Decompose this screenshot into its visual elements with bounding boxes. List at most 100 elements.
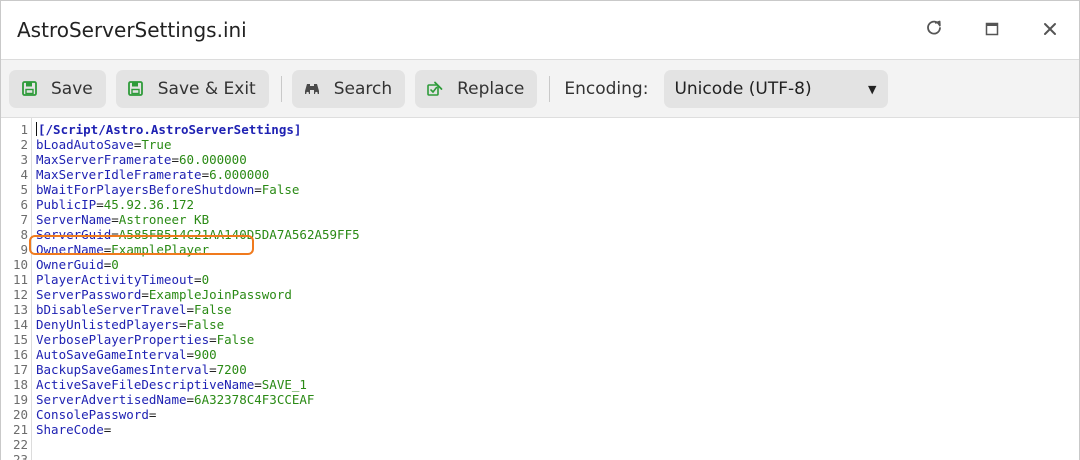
equals-sign: =: [209, 332, 217, 347]
maximize-button[interactable]: [963, 1, 1021, 59]
code-line[interactable]: ServerGuid=A585FB514C21AA140D5DA7A562A59…: [36, 227, 1079, 242]
code-line[interactable]: bLoadAutoSave=True: [36, 137, 1079, 152]
save-exit-button[interactable]: Save & Exit: [115, 69, 269, 108]
maximize-icon: [985, 21, 999, 40]
code-line[interactable]: AutoSaveGameInterval=900: [36, 347, 1079, 362]
setting-value: ExamplePlayer: [111, 242, 210, 257]
code-line[interactable]: DenyUnlistedPlayers=False: [36, 317, 1079, 332]
code-editor[interactable]: 1 2 3 4 5 6 7 8 9 10 11 12 13 14 15 16 17 18 19 20 21 22 23 [/…: [1, 118, 1079, 460]
code-line[interactable]: VerbosePlayerProperties=False: [36, 332, 1079, 347]
code-area[interactable]: [/Script/Astro.AstroServerSettings] bLoad…: [29, 118, 1079, 460]
line-number: 19: [12, 392, 28, 407]
setting-key: ServerPassword: [36, 287, 142, 302]
equals-sign: =: [186, 302, 195, 317]
line-number: 22: [12, 437, 28, 452]
code-line[interactable]: OwnerName=ExamplePlayer: [36, 242, 1079, 257]
line-number: 10: [12, 257, 28, 272]
search-button[interactable]: Search: [291, 69, 406, 108]
equals-sign: =: [96, 197, 104, 212]
setting-value: 45.92.36.172: [103, 197, 195, 212]
equals-sign: =: [201, 167, 210, 182]
code-line[interactable]: bDisableServerTravel=False: [36, 302, 1079, 317]
code-line[interactable]: bWaitForPlayersBeforeShutdown=False: [36, 182, 1079, 197]
equals-sign: =: [111, 212, 119, 227]
text-cursor: [36, 122, 37, 136]
close-button[interactable]: [1021, 1, 1079, 59]
code-line[interactable]: PlayerActivityTimeout=0: [36, 272, 1079, 287]
code-line[interactable]: ServerAdvertisedName=6A32378C4F3CCEAF: [36, 392, 1079, 407]
setting-key: ServerGuid: [36, 227, 112, 242]
setting-key: PublicIP: [36, 197, 97, 212]
equals-sign: =: [194, 272, 202, 287]
code-line[interactable]: PublicIP=45.92.36.172: [36, 197, 1079, 212]
equals-sign: =: [209, 362, 217, 377]
setting-key: ServerAdvertisedName: [36, 392, 187, 407]
code-line[interactable]: OwnerGuid=0: [36, 257, 1079, 272]
line-number: 8: [20, 227, 28, 242]
line-number: 17: [12, 362, 28, 377]
code-line[interactable]: [36, 452, 1079, 460]
code-line[interactable]: MaxServerIdleFramerate=6.000000: [36, 167, 1079, 182]
refresh-button[interactable]: [905, 1, 963, 59]
equals-sign: =: [186, 347, 195, 362]
code-line[interactable]: ShareCode=: [36, 422, 1079, 437]
equals-sign: =: [186, 392, 195, 407]
setting-value: 7200: [216, 362, 247, 377]
setting-value: 6.000000: [209, 167, 270, 182]
encoding-value: Unicode (UTF-8): [674, 78, 812, 99]
setting-value: ExampleJoinPassword: [148, 287, 292, 302]
setting-value: 0: [111, 257, 119, 272]
editor-window: AstroServerSettings.ini Save Save & Exit…: [0, 0, 1080, 460]
code-line[interactable]: ServerName=Astroneer KB: [36, 212, 1079, 227]
line-number: 21: [12, 422, 28, 437]
line-number: 1: [20, 122, 28, 137]
code-line[interactable]: ConsolePassword=: [36, 407, 1079, 422]
setting-key: bDisableServerTravel: [36, 302, 187, 317]
line-number: 11: [12, 272, 28, 287]
line-number: 20: [12, 407, 28, 422]
setting-key: ActiveSaveFileDescriptiveName: [36, 377, 255, 392]
setting-key: BackupSaveGamesInterval: [36, 362, 210, 377]
line-number: 9: [20, 242, 28, 257]
setting-key: bWaitForPlayersBeforeShutdown: [36, 182, 255, 197]
save-icon: [128, 81, 144, 97]
setting-value: 900: [194, 347, 217, 362]
toolbar-divider: [549, 75, 551, 102]
equals-sign: =: [141, 287, 149, 302]
line-number: 2: [20, 137, 28, 152]
setting-key: PlayerActivityTimeout: [36, 272, 195, 287]
save-exit-label: Save & Exit: [157, 78, 256, 99]
code-line[interactable]: ActiveSaveFileDescriptiveName=SAVE_1: [36, 377, 1079, 392]
code-line[interactable]: MaxServerFramerate=60.000000: [36, 152, 1079, 167]
setting-value: True: [141, 137, 172, 152]
equals-sign: =: [111, 227, 119, 242]
setting-key: DenyUnlistedPlayers: [36, 317, 179, 332]
setting-value: False: [261, 182, 300, 197]
code-line[interactable]: [36, 437, 1079, 452]
title-bar: AstroServerSettings.ini: [1, 1, 1079, 60]
setting-value: 0: [201, 272, 210, 287]
close-icon: [1043, 21, 1057, 40]
line-number: 5: [20, 182, 28, 197]
encoding-select[interactable]: Unicode (UTF-8) ▼: [664, 69, 889, 108]
equals-sign: =: [171, 152, 179, 167]
equals-sign: =: [254, 182, 262, 197]
save-button[interactable]: Save: [9, 69, 106, 108]
setting-key: OwnerName: [36, 242, 104, 257]
section-header: [/Script/Astro.AstroServerSettings]: [38, 122, 302, 137]
chevron-down-icon: ▼: [867, 83, 877, 96]
setting-key: ConsolePassword: [36, 407, 149, 422]
code-line[interactable]: BackupSaveGamesInterval=7200: [36, 362, 1079, 377]
toolbar: Save Save & Exit Search Replace Encoding…: [1, 60, 1079, 118]
setting-key: bLoadAutoSave: [36, 137, 134, 152]
replace-button[interactable]: Replace: [415, 69, 538, 108]
replace-label: Replace: [457, 78, 525, 99]
line-number: 18: [12, 377, 28, 392]
equals-sign: =: [148, 407, 157, 422]
code-line[interactable]: [/Script/Astro.AstroServerSettings]: [36, 122, 1079, 137]
code-line[interactable]: ServerPassword=ExampleJoinPassword: [36, 287, 1079, 302]
line-number: 3: [20, 152, 28, 167]
line-number: 14: [12, 317, 28, 332]
equals-sign: =: [254, 377, 262, 392]
replace-icon: [427, 81, 443, 97]
